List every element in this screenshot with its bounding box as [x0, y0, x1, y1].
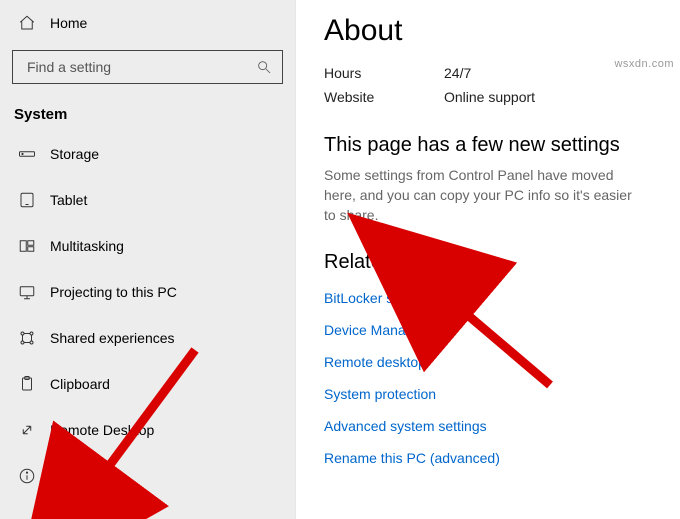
new-settings-heading: This page has a few new settings: [324, 134, 660, 157]
sidebar: Home System Storage Tablet Multita: [0, 0, 296, 519]
sidebar-item-tablet[interactable]: Tablet: [0, 177, 295, 223]
sidebar-item-label: Multitasking: [50, 238, 124, 254]
link-rename-this-pc[interactable]: Rename this PC (advanced): [324, 450, 660, 466]
sidebar-item-about[interactable]: About: [0, 453, 295, 499]
home-icon: [18, 14, 36, 32]
storage-icon: [18, 145, 36, 163]
link-device-manager[interactable]: Device Manager: [324, 322, 660, 338]
page-title: About: [324, 14, 660, 48]
info-row-hours: Hours 24/7: [324, 62, 660, 84]
sidebar-item-multitasking[interactable]: Multitasking: [0, 223, 295, 269]
sidebar-item-label: Clipboard: [50, 376, 110, 392]
website-link[interactable]: Online support: [444, 86, 535, 108]
sidebar-item-projecting[interactable]: Projecting to this PC: [0, 269, 295, 315]
sidebar-item-label: About: [50, 468, 87, 484]
new-settings-desc: Some settings from Control Panel have mo…: [324, 165, 634, 225]
about-icon: [18, 467, 36, 485]
sidebar-item-shared-experiences[interactable]: Shared experiences: [0, 315, 295, 361]
info-row-website: Website Online support: [324, 86, 660, 108]
projecting-icon: [18, 283, 36, 301]
hours-value: 24/7: [444, 62, 471, 84]
shared-experiences-icon: [18, 329, 36, 347]
search-box[interactable]: [12, 50, 283, 84]
main-content: About Hours 24/7 Website Online support …: [296, 0, 680, 519]
hours-label: Hours: [324, 62, 444, 84]
sidebar-item-remote-desktop[interactable]: Remote Desktop: [0, 407, 295, 453]
link-bitlocker-settings[interactable]: BitLocker settings: [324, 290, 660, 306]
sidebar-item-clipboard[interactable]: Clipboard: [0, 361, 295, 407]
category-title: System: [0, 84, 295, 131]
sidebar-item-storage[interactable]: Storage: [0, 131, 295, 177]
home-label: Home: [50, 15, 87, 31]
settings-window: Home System Storage Tablet Multita: [0, 0, 680, 519]
link-system-protection[interactable]: System protection: [324, 386, 660, 402]
related-settings-heading: Related settings: [324, 251, 660, 274]
website-label: Website: [324, 86, 444, 108]
home-nav[interactable]: Home: [0, 8, 295, 38]
sidebar-item-label: Projecting to this PC: [50, 284, 177, 300]
search-icon: [256, 59, 272, 75]
remote-desktop-icon: [18, 421, 36, 439]
watermark: wsxdn.com: [614, 58, 674, 70]
tablet-icon: [18, 191, 36, 209]
clipboard-icon: [18, 375, 36, 393]
related-links-list: BitLocker settings Device Manager Remote…: [324, 290, 660, 466]
sidebar-item-label: Remote Desktop: [50, 422, 154, 438]
sidebar-item-label: Shared experiences: [50, 330, 175, 346]
sidebar-item-label: Tablet: [50, 192, 87, 208]
link-advanced-system-settings[interactable]: Advanced system settings: [324, 418, 660, 434]
multitasking-icon: [18, 237, 36, 255]
search-input[interactable]: [25, 58, 256, 76]
sidebar-item-label: Storage: [50, 146, 99, 162]
link-remote-desktop[interactable]: Remote desktop: [324, 354, 660, 370]
